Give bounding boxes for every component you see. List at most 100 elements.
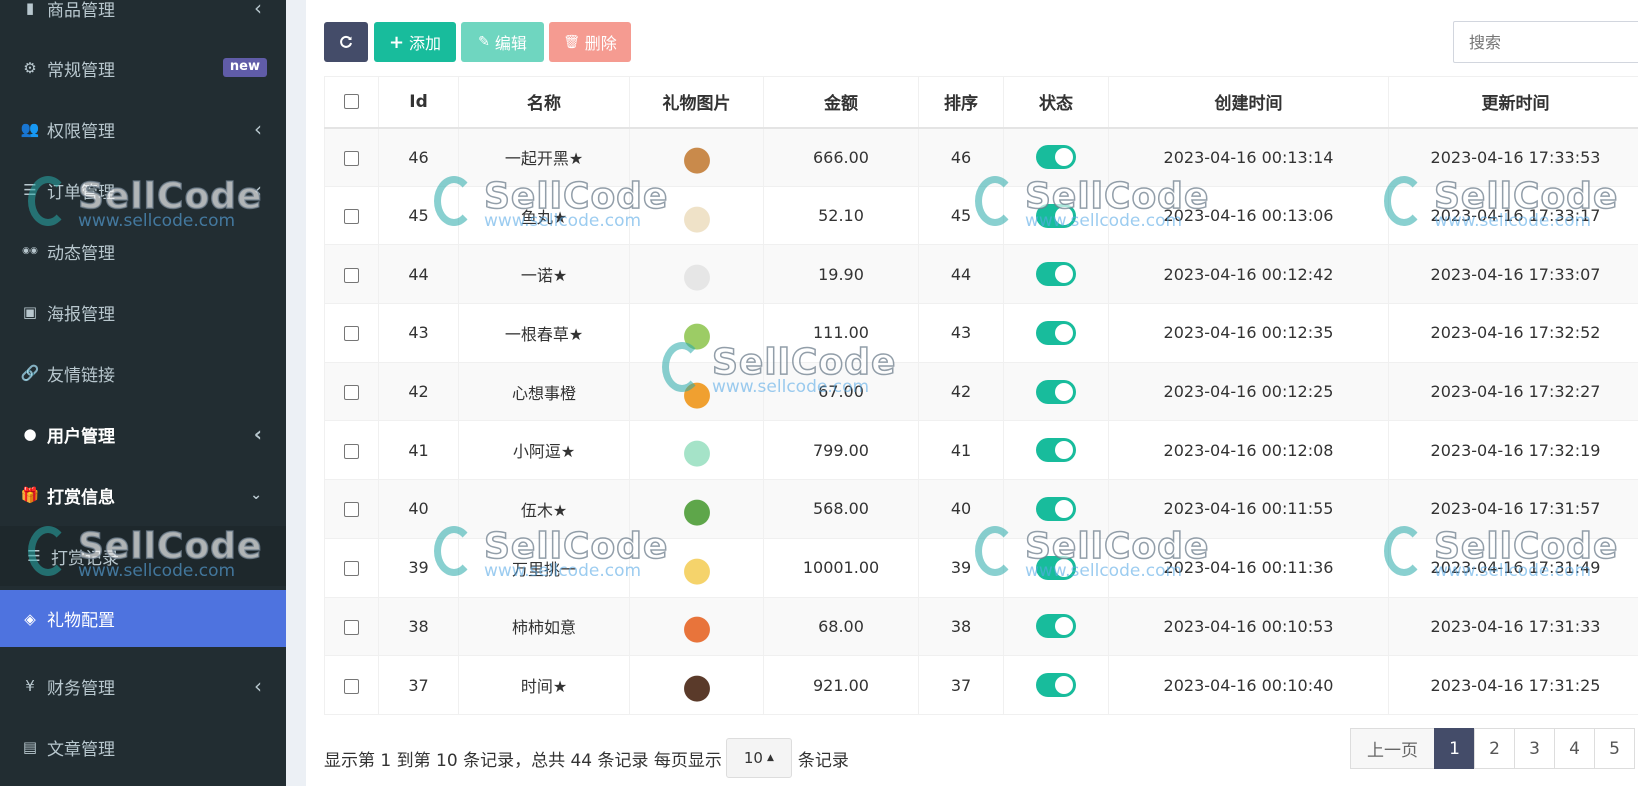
gift-image[interactable]: [678, 608, 715, 645]
status-toggle[interactable]: [1036, 438, 1076, 463]
row-checkbox[interactable]: [344, 619, 359, 635]
sort-cell: 43: [918, 303, 1004, 363]
column-header[interactable]: 金额: [763, 76, 919, 129]
gift-table: Id 名称 礼物图片 金额 排序 状态 创建时间 更新时间 46 一起开黑★ 666.00 46 20…: [324, 76, 1638, 715]
gift-image[interactable]: [678, 667, 715, 704]
prev-page-button[interactable]: 上一页: [1350, 728, 1435, 769]
updated-cell: 2023-04-16 17:31:25: [1388, 655, 1638, 715]
name-cell: 时间★: [458, 655, 630, 715]
id-cell: 40: [378, 479, 459, 539]
gift-image[interactable]: [678, 432, 715, 469]
image-cell: [629, 361, 764, 422]
page-button[interactable]: 5: [1594, 728, 1635, 769]
table-row[interactable]: 37 时间★ 921.00 37 2023-04-16 00:10:40 2023-04-…: [324, 655, 1638, 715]
status-cell: [1003, 244, 1109, 305]
created-cell: 2023-04-16 00:11:36: [1108, 537, 1389, 598]
row-checkbox[interactable]: [344, 443, 359, 459]
select-all-cell: [324, 76, 379, 129]
page-button[interactable]: 2: [1474, 728, 1515, 769]
created-cell: 2023-04-16 00:12:08: [1108, 420, 1389, 481]
sidebar-item[interactable]: ◈ 礼物配置: [0, 590, 286, 647]
status-toggle[interactable]: [1036, 320, 1076, 345]
row-checkbox[interactable]: [344, 561, 359, 577]
column-header[interactable]: Id: [378, 76, 459, 129]
column-header[interactable]: 更新时间: [1388, 76, 1638, 129]
link-icon: 🔗: [20, 364, 40, 382]
sidebar-item[interactable]: ▤ 文章管理: [0, 717, 286, 777]
gift-image[interactable]: [678, 490, 715, 527]
sidebar-item[interactable]: 👥 权限管理 ‹: [0, 99, 286, 159]
table-row[interactable]: 43 一根春草★ 111.00 43 2023-04-16 00:12:35 2023-0…: [324, 303, 1638, 363]
sidebar-item[interactable]: 🔗 友情链接: [0, 343, 286, 403]
checkbox-cell: [324, 537, 379, 598]
sidebar-item[interactable]: 🎁 打赏信息 ⌄: [0, 465, 286, 525]
pencil-icon: ✎: [478, 34, 490, 50]
sidebar-item[interactable]: ▮ 商品管理 ‹: [0, 0, 286, 38]
table-row[interactable]: 38 柿柿如意 68.00 38 2023-04-16 00:10:53 2023-04-…: [324, 596, 1638, 657]
created-cell: 2023-04-16 00:12:25: [1108, 361, 1389, 422]
row-checkbox[interactable]: [344, 326, 359, 342]
sidebar-item[interactable]: ▣ 海报管理: [0, 282, 286, 342]
edit-button[interactable]: ✎ 编辑: [461, 22, 544, 62]
gift-image[interactable]: [678, 314, 715, 351]
gift-image[interactable]: [678, 549, 715, 586]
status-toggle[interactable]: [1036, 203, 1076, 228]
column-header[interactable]: 状态: [1003, 76, 1109, 129]
row-checkbox[interactable]: [344, 385, 359, 401]
name-cell: 伍木★: [458, 479, 630, 539]
select-all-checkbox[interactable]: [344, 94, 359, 110]
updated-cell: 2023-04-16 17:32:27: [1388, 361, 1638, 422]
sidebar-item[interactable]: ☰ 订单管理 ‹: [0, 160, 286, 220]
sidebar-item[interactable]: ◉◉ 动态管理: [0, 221, 286, 281]
column-header[interactable]: 创建时间: [1108, 76, 1389, 129]
gift-image[interactable]: [678, 139, 715, 176]
table-row[interactable]: 39 万里挑一 10001.00 39 2023-04-16 00:11:36 2023-…: [324, 537, 1638, 598]
column-header[interactable]: 排序: [918, 76, 1004, 129]
page-button[interactable]: 1: [1434, 728, 1475, 769]
column-header[interactable]: 名称: [458, 76, 630, 129]
sidebar-item[interactable]: ¥ 财务管理 ‹: [0, 656, 286, 716]
table-row[interactable]: 46 一起开黑★ 666.00 46 2023-04-16 00:13:14 2023-0…: [324, 127, 1638, 187]
page-size-select[interactable]: 10 ▲: [725, 738, 792, 778]
table-row[interactable]: 40 伍木★ 568.00 40 2023-04-16 00:11:55 2023-04-…: [324, 479, 1638, 539]
gift-image[interactable]: [678, 256, 715, 293]
sidebar-item-label: 动态管理: [47, 243, 115, 264]
gift-image[interactable]: [678, 373, 715, 410]
row-checkbox[interactable]: [344, 502, 359, 518]
row-checkbox[interactable]: [344, 150, 359, 166]
sort-cell: 37: [918, 655, 1004, 715]
updated-cell: 2023-04-16 17:32:52: [1388, 303, 1638, 363]
status-toggle[interactable]: [1036, 614, 1076, 639]
delete-button[interactable]: 🗑 删除: [549, 22, 631, 62]
image-cell: [629, 420, 764, 481]
table-row[interactable]: 44 一诺★ 19.90 44 2023-04-16 00:12:42 2023-04-1…: [324, 244, 1638, 305]
status-toggle[interactable]: [1036, 145, 1076, 170]
column-header[interactable]: 礼物图片: [629, 76, 764, 129]
search-input[interactable]: [1453, 21, 1638, 63]
status-toggle[interactable]: [1036, 379, 1076, 404]
table-row[interactable]: 41 小阿逗★ 799.00 41 2023-04-16 00:12:08 2023-04…: [324, 420, 1638, 481]
id-cell: 39: [378, 537, 459, 598]
table-row[interactable]: 45 鱼丸★ 52.10 45 2023-04-16 00:13:06 2023-04-1…: [324, 185, 1638, 246]
page-button[interactable]: 4: [1554, 728, 1595, 769]
page-button[interactable]: 3: [1514, 728, 1555, 769]
created-cell: 2023-04-16 00:12:35: [1108, 303, 1389, 363]
table-row[interactable]: 42 心想事橙 67.00 42 2023-04-16 00:12:25 2023-04-…: [324, 361, 1638, 422]
add-button[interactable]: + 添加: [374, 22, 456, 62]
sidebar-item[interactable]: ● 用户管理 ‹: [0, 404, 286, 464]
sidebar: ▮ 商品管理 ‹ ⚙ 常规管理 new 👥 权限管理 ‹ ☰ 订单管理 ‹ ◉◉ 动态管理 ▣ 海报管理 🔗 友情…: [0, 0, 286, 786]
refresh-button[interactable]: [324, 22, 368, 62]
status-toggle[interactable]: [1036, 555, 1076, 580]
status-toggle[interactable]: [1036, 262, 1076, 287]
add-button-label: 添加: [409, 34, 442, 53]
gift-image[interactable]: [678, 197, 715, 234]
sidebar-item[interactable]: ☰ 打赏记录: [0, 526, 286, 586]
status-toggle[interactable]: [1036, 496, 1076, 521]
status-cell: [1003, 420, 1109, 481]
status-toggle[interactable]: [1036, 673, 1076, 698]
sidebar-item[interactable]: ⚙ 常规管理 new: [0, 38, 286, 98]
checkbox-cell: [324, 479, 379, 539]
row-checkbox[interactable]: [344, 209, 359, 225]
row-checkbox[interactable]: [344, 267, 359, 283]
row-checkbox[interactable]: [344, 678, 359, 694]
